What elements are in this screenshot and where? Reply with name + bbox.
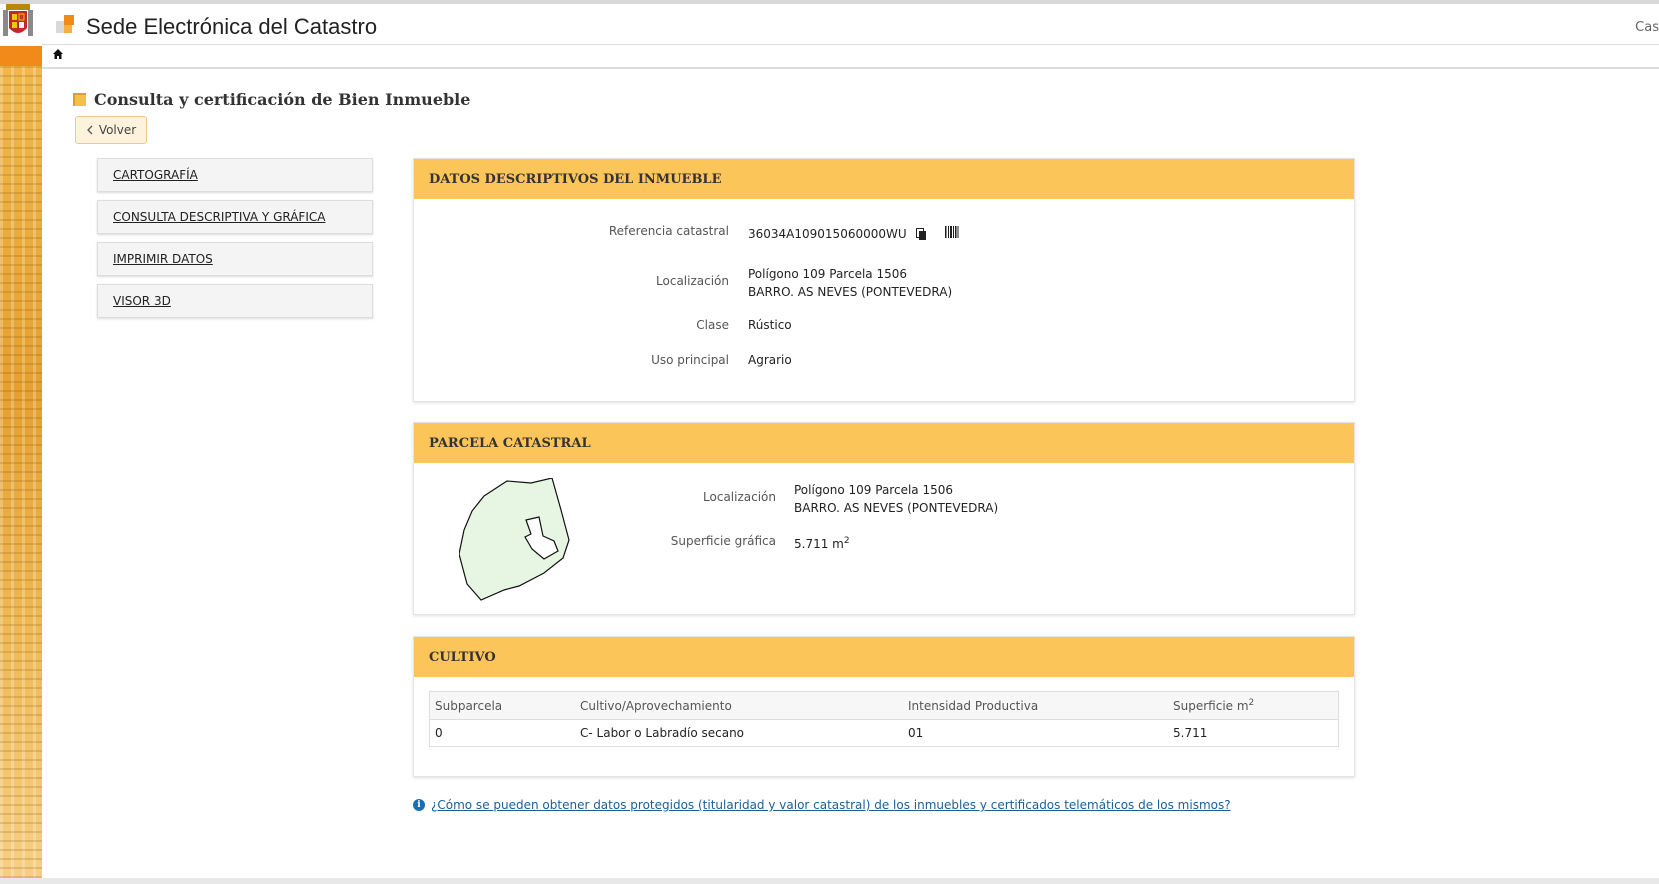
uso-principal-label: Uso principal	[651, 353, 729, 367]
datos-descriptivos-panel: DATOS DESCRIPTIVOS DEL INMUEBLE Referenc…	[413, 158, 1355, 402]
superficie-grafica-number: 5.711 m	[794, 537, 844, 551]
copy-icon[interactable]	[916, 228, 927, 241]
column-header: Intensidad Productiva	[903, 691, 1168, 720]
uso-principal-value: Agrario	[748, 353, 792, 367]
column-header-superficie: Superficie m2	[1168, 691, 1339, 720]
table-cell: 5.711	[1168, 719, 1339, 747]
localizacion-line-2: BARRO. AS NEVES (PONTEVEDRA)	[748, 285, 953, 299]
parcela-localizacion-label: Localización	[703, 490, 776, 504]
parcel-outline	[459, 478, 570, 601]
column-header-label: Superficie m	[1173, 699, 1249, 713]
title-square-icon	[73, 93, 86, 106]
info-icon: i	[413, 799, 425, 811]
decorative-side-strip	[0, 66, 42, 878]
accent-block	[0, 46, 42, 68]
table-row: 0 C- Labor o Labradío secano 01 5.711	[429, 719, 1339, 747]
localizacion-label: Localización	[656, 274, 729, 288]
panel-heading: CULTIVO	[414, 637, 1354, 677]
ref-catastral-value-row: 36034A109015060000WU	[748, 225, 959, 243]
page-heading: Consulta y certificación de Bien Inmuebl…	[73, 90, 470, 109]
superficie-grafica-value: 5.711 m2	[794, 532, 850, 553]
table-header-row: Subparcela Cultivo/Aprovechamiento Inten…	[429, 691, 1339, 720]
clase-value: Rústico	[748, 318, 792, 332]
menu-item-imprimir-datos[interactable]: IMPRIMIR DATOS	[97, 242, 373, 276]
parcela-localizacion-value: Polígono 109 Parcela 1506 BARRO. AS NEVE…	[794, 481, 998, 517]
protected-data-link-text[interactable]: ¿Cómo se pueden obtener datos protegidos…	[431, 798, 1231, 812]
menu-item-cartografia[interactable]: CARTOGRAFÍA	[97, 158, 373, 192]
chevron-left-icon	[86, 125, 93, 135]
parcela-catastral-panel: PARCELA CATASTRAL Localización Polígono …	[413, 422, 1355, 615]
column-header: Subparcela	[429, 691, 575, 720]
parcel-map-thumbnail[interactable]	[459, 478, 581, 604]
menu-item-consulta-descriptiva[interactable]: CONSULTA DESCRIPTIVA Y GRÁFICA	[97, 200, 373, 234]
side-menu: CARTOGRAFÍA CONSULTA DESCRIPTIVA Y GRÁFI…	[97, 158, 373, 326]
column-exponent: 2	[1248, 698, 1255, 708]
home-icon[interactable]	[52, 48, 64, 60]
superficie-grafica-label: Superficie gráfica	[670, 534, 776, 548]
localizacion-value: Polígono 109 Parcela 1506 BARRO. AS NEVE…	[748, 265, 952, 301]
bottom-border	[0, 878, 1659, 884]
catastro-logo-icon	[56, 15, 74, 33]
breadcrumb	[42, 45, 1659, 69]
table-cell: C- Labor o Labradío secano	[575, 719, 903, 747]
panel-heading: DATOS DESCRIPTIVOS DEL INMUEBLE	[414, 159, 1354, 199]
site-title[interactable]: Sede Electrónica del Catastro	[86, 14, 377, 40]
ref-catastral-label: Referencia catastral	[608, 224, 729, 238]
cultivo-panel: CULTIVO Subparcela Cultivo/Aprovechamien…	[413, 636, 1355, 777]
clase-label: Clase	[696, 318, 729, 332]
table-cell: 01	[903, 719, 1168, 747]
ref-catastral-value: 36034A109015060000WU	[748, 227, 907, 241]
parcela-localizacion-line-1: Polígono 109 Parcela 1506	[794, 483, 953, 497]
coat-of-arms-icon	[3, 4, 33, 36]
column-header: Cultivo/Aprovechamiento	[575, 691, 903, 720]
table-cell: 0	[429, 719, 575, 747]
menu-item-visor-3d[interactable]: VISOR 3D	[97, 284, 373, 318]
panel-heading: PARCELA CATASTRAL	[414, 423, 1354, 463]
back-button[interactable]: Volver	[75, 116, 147, 144]
back-button-label: Volver	[98, 123, 137, 137]
site-header: Sede Electrónica del Catastro Cas	[42, 4, 1659, 45]
superficie-exponent: 2	[843, 536, 850, 546]
language-selector[interactable]: Cas	[1635, 20, 1659, 35]
protected-data-link[interactable]: i ¿Cómo se pueden obtener datos protegid…	[413, 798, 1231, 812]
localizacion-line-1: Polígono 109 Parcela 1506	[748, 267, 907, 281]
page-title: Consulta y certificación de Bien Inmuebl…	[94, 90, 471, 109]
barcode-icon[interactable]	[945, 225, 959, 238]
cultivo-table: Subparcela Cultivo/Aprovechamiento Inten…	[429, 691, 1339, 747]
parcela-localizacion-line-2: BARRO. AS NEVES (PONTEVEDRA)	[794, 501, 999, 515]
